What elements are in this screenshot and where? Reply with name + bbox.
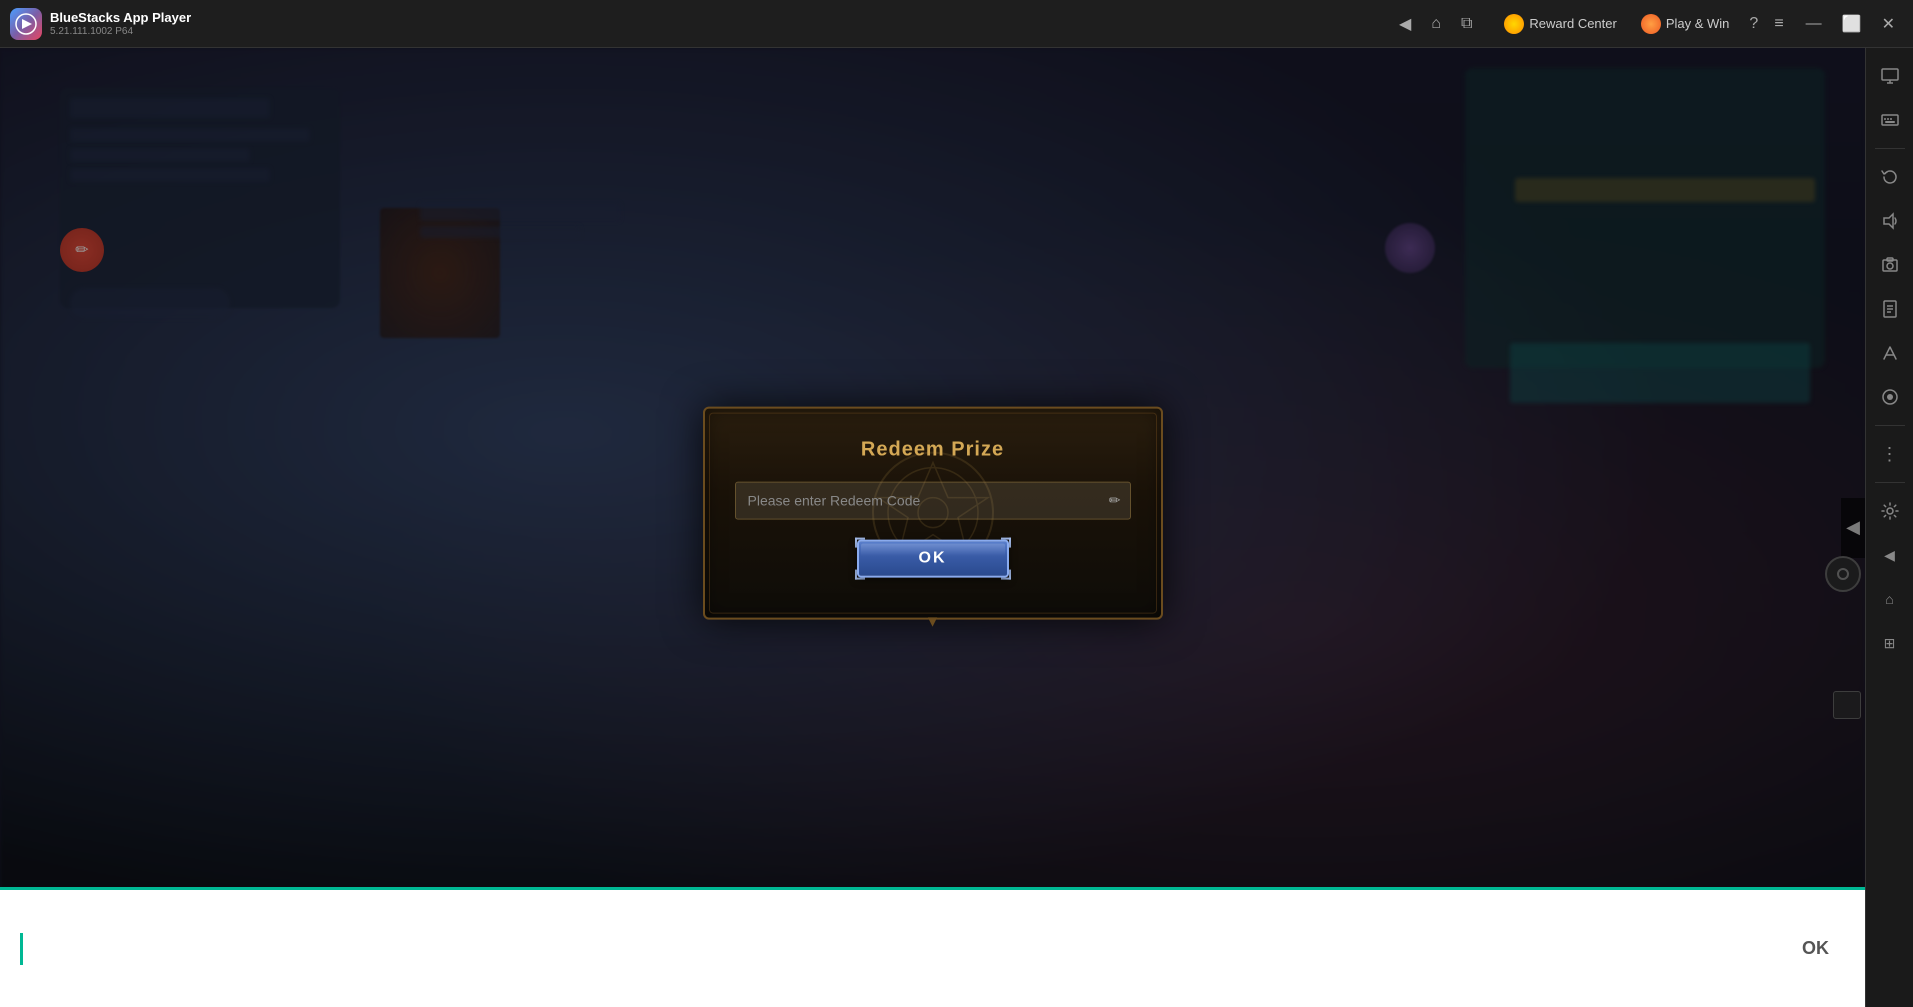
sidebar-settings-button[interactable] [1870, 491, 1910, 531]
sidebar-divider-2 [1875, 425, 1905, 426]
sidebar-apk-button[interactable] [1870, 289, 1910, 329]
sidebar-keyboard-button[interactable] [1870, 100, 1910, 140]
app-title: BlueStacks App Player [50, 10, 191, 26]
sidebar-dots-button[interactable]: ⋮ [1870, 434, 1910, 474]
redeem-code-input[interactable] [735, 481, 1131, 519]
dialog-title: Redeem Prize [735, 438, 1131, 461]
reward-icon [1504, 14, 1524, 34]
back-button[interactable]: ◀ [1395, 10, 1415, 38]
reward-center-label: Reward Center [1529, 16, 1616, 31]
play-win-button[interactable]: Play & Win [1633, 10, 1738, 38]
titlebar: BlueStacks App Player 5.21.111.1002 P64 … [0, 0, 1913, 48]
ok-button-wrapper: OK [857, 539, 1009, 577]
bottom-bar: OK [0, 887, 1865, 1007]
sidebar-divider-3 [1875, 482, 1905, 483]
sidebar-apps-button[interactable]: ⊞ [1870, 623, 1910, 663]
game-area: ✏ Redeem Prize ✏ [0, 48, 1865, 1007]
titlebar-nav: ◀ ⌂ ⧉ [1395, 10, 1476, 38]
ok-button[interactable]: OK [857, 539, 1009, 577]
sidebar-volume-button[interactable] [1870, 201, 1910, 241]
help-button[interactable]: ? [1745, 11, 1762, 37]
redeem-dialog: Redeem Prize ✏ OK ▼ [703, 406, 1163, 619]
sidebar-divider-1 [1875, 148, 1905, 149]
edit-icon[interactable]: ✏ [1109, 492, 1121, 509]
app-logo [10, 8, 42, 40]
minimize-button[interactable]: — [1798, 11, 1830, 37]
ok-button-container: OK [735, 539, 1131, 577]
bottom-cursor [20, 933, 23, 965]
app-name-container: BlueStacks App Player 5.21.111.1002 P64 [50, 10, 191, 37]
play-win-label: Play & Win [1666, 16, 1730, 31]
sidebar-macro-button[interactable] [1870, 333, 1910, 373]
tabs-button[interactable]: ⧉ [1457, 11, 1476, 37]
redeem-input-container: ✏ [735, 481, 1131, 519]
titlebar-right: Reward Center Play & Win ? ≡ [1496, 10, 1787, 38]
sidebar-back-button[interactable]: ◀ [1870, 535, 1910, 575]
play-win-icon [1641, 14, 1661, 34]
sidebar-record-button[interactable] [1870, 377, 1910, 417]
sidebar-home2-button[interactable]: ⌂ [1870, 579, 1910, 619]
bottom-input-field[interactable] [35, 938, 1786, 959]
sidebar-display-button[interactable] [1870, 56, 1910, 96]
app-version: 5.21.111.1002 P64 [50, 26, 191, 37]
right-sidebar: ⋮ ◀ ⌂ ⊞ [1865, 48, 1913, 1007]
bottom-ok-button[interactable]: OK [1786, 930, 1845, 967]
window-controls: — ⬜ ✕ [1798, 10, 1903, 38]
home-button[interactable]: ⌂ [1427, 11, 1445, 37]
dialog-bottom-chevron: ▼ [925, 613, 941, 631]
sidebar-screenshot-button[interactable] [1870, 245, 1910, 285]
reward-center-button[interactable]: Reward Center [1496, 10, 1624, 38]
maximize-button[interactable]: ⬜ [1834, 10, 1870, 38]
close-button[interactable]: ✕ [1874, 10, 1903, 38]
menu-button[interactable]: ≡ [1770, 11, 1787, 37]
main-content: ✏ Redeem Prize ✏ [0, 48, 1913, 1007]
sidebar-refresh-button[interactable] [1870, 157, 1910, 197]
